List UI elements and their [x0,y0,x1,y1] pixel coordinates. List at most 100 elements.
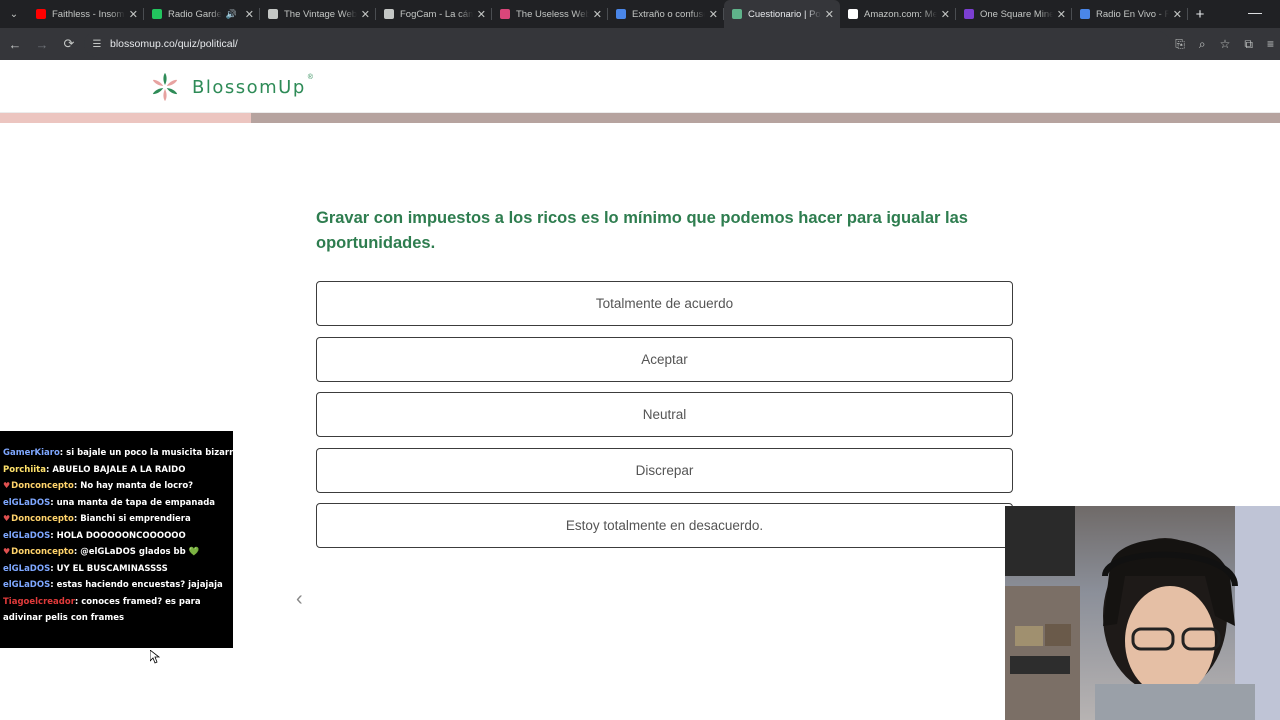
tab-close-icon[interactable]: ✕ [941,8,950,21]
chat-text: una manta de tapa de empanada [56,497,216,508]
tab-favicon-icon [732,9,742,19]
tab-title: The Useless Web [516,8,589,20]
tab-title: Cuestionario | Political [748,8,821,20]
chat-text: @elGLaDOS glados bb 💚 [80,547,200,557]
zoom-icon[interactable]: ⌕ [1199,37,1206,52]
tab-close-icon[interactable]: ✕ [825,8,834,21]
chat-message: elGLaDOS: UY EL BUSCAMINASSSS [0,561,233,578]
extensions-icon[interactable]: ⧉ [1244,37,1253,52]
browser-tab[interactable]: FogCam - La cámara ✕ [376,0,492,28]
translate-icon[interactable]: ⎘ [1175,37,1185,52]
answer-option-button[interactable]: Aceptar [316,336,1013,382]
browser-tab[interactable]: The Useless Web ✕ [492,0,608,28]
url-text[interactable]: blossomup.co/quiz/political/ [110,38,238,50]
chat-username: Porchiita [3,464,46,475]
chat-username: elGLaDOS [3,530,51,541]
tab-close-icon[interactable]: ✕ [1173,8,1182,21]
answer-option-button[interactable]: Estoy totalmente en desacuerdo. [316,503,1013,548]
heart-badge-icon: ♥ [3,514,11,523]
answer-option-button[interactable]: Totalmente de acuerdo [316,281,1013,326]
tab-close-icon[interactable]: ✕ [361,8,370,21]
tab-close-icon[interactable]: ✕ [245,8,254,21]
chat-text: estas haciendo encuestas? jajajaja [56,580,223,590]
quiz-progress-bar [0,113,1280,123]
browser-tab[interactable]: One Square Minesweeper ✕ [956,0,1072,28]
chat-username: Donconcepto [11,514,74,524]
browser-tab[interactable]: Extraño o confuso ✕ [608,0,724,28]
browser-toolbar: ← → ⟳ ☰ blossomup.co/quiz/political/ ⎘ ⌕… [0,28,1280,60]
chat-text: HOLA DOOOOONCOOOOOO [56,530,186,541]
brand-logo-link[interactable]: BlossomUp ® [148,72,313,102]
tab-close-icon[interactable]: ✕ [1057,8,1066,21]
chat-message: ♥Donconcepto: No hay manta de locro? [0,478,233,495]
tab-title: FogCam - La cámara [400,8,473,20]
heart-badge-icon: ♥ [3,481,11,490]
tab-favicon-icon [500,9,510,19]
chat-username: elGLaDOS [3,580,51,590]
tab-favicon-icon [1080,9,1090,19]
toolbar-right-icons: ⎘ ⌕ ☆ ⧉ ≡ [1175,32,1274,56]
chat-username: GamerKiaro [3,448,60,458]
tab-close-icon[interactable]: ✕ [129,8,138,21]
chat-text: si bajale un poco la musicita bizarrap [66,448,233,458]
tab-close-icon[interactable]: ✕ [593,8,602,21]
minimize-window-button[interactable]: — [1248,4,1262,20]
chat-message: ♥Donconcepto: @elGLaDOS glados bb 💚 [0,544,233,561]
tab-favicon-icon [384,9,394,19]
chat-message: Porchiita: ABUELO BAJALE A LA RAIDO [0,462,233,479]
quiz-progress-fill [0,113,251,123]
browser-tab[interactable]: Radio Garden 🔊 ✕ [144,0,260,28]
chat-text: ABUELO BAJALE A LA RAIDO [52,464,186,475]
chat-message: elGLaDOS: estas haciendo encuestas? jaja… [0,577,233,594]
chat-text: Bianchi si emprendiera [80,514,191,524]
browser-tab[interactable]: The Vintage Web ✕ [260,0,376,28]
tab-title: Amazon.com: Mercado [864,8,937,20]
reload-button[interactable]: ⟳ [57,32,81,56]
chat-message: elGLaDOS: HOLA DOOOOONCOOOOOO [0,528,233,545]
tab-title: One Square Minesweeper [980,8,1053,20]
heart-badge-icon: ♥ [3,547,11,556]
quiz-question: Gravar con impuestos a los ricos es lo m… [316,209,968,252]
tab-title: Radio En Vivo - Radio [1096,8,1169,20]
chat-text: UY EL BUSCAMINASSSS [56,563,168,574]
tab-favicon-icon [616,9,626,19]
chat-username: elGLaDOS [3,563,51,574]
browser-tab[interactable]: Cuestionario | Political ✕ [724,0,840,28]
chevron-left-icon[interactable]: ‹ [296,588,303,611]
stream-chat-overlay: GamerKiaro: si bajale un poco la musicit… [0,431,233,648]
tab-search-button[interactable]: ⌄ [0,0,28,28]
tab-title: The Vintage Web [284,8,357,20]
chat-username: Tiagoelcreador [3,596,75,607]
forward-button[interactable]: → [30,32,54,56]
answer-options: Totalmente de acuerdo Aceptar Neutral Discr… [316,281,1013,559]
tab-close-icon[interactable]: ✕ [709,8,718,21]
tab-close-icon[interactable]: ✕ [477,8,486,21]
answer-option-button[interactable]: Discrepar [316,447,1013,493]
registered-mark: ® [307,73,313,81]
browser-menu-icon[interactable]: ≡ [1267,37,1274,51]
chat-message: Tiagoelcreador: conoces framed? es para … [0,594,233,627]
bookmark-star-icon[interactable]: ☆ [1220,37,1231,51]
tab-title: Radio Garden [168,8,222,20]
tab-favicon-icon [964,9,974,19]
tab-audio-icon[interactable]: 🔊 [226,9,237,20]
new-tab-button[interactable]: + [1188,6,1212,23]
answer-option-button[interactable]: Neutral [316,392,1013,437]
tab-favicon-icon [848,9,858,19]
chat-message: elGLaDOS: una manta de tapa de empanada [0,495,233,512]
tab-title: Extraño o confuso [632,8,705,20]
webcam-image [1005,506,1280,720]
brand-name: BlossomUp [192,76,306,98]
chat-username: elGLaDOS [3,497,51,508]
chat-message: ♥Donconcepto: Bianchi si emprendiera [0,511,233,528]
blossom-logo-icon [152,73,178,101]
address-bar[interactable]: ☰ blossomup.co/quiz/political/ [84,31,1170,57]
chat-username: Donconcepto [11,547,74,557]
site-info-icon[interactable]: ☰ [90,37,104,51]
webcam-feed [1005,506,1280,720]
browser-tab[interactable]: Amazon.com: Mercado ✕ [840,0,956,28]
browser-tab[interactable]: Faithless - Insomnia ✕ [28,0,144,28]
back-button[interactable]: ← [3,32,27,56]
tab-title: Faithless - Insomnia [52,8,125,20]
browser-tab[interactable]: Radio En Vivo - Radio ✕ [1072,0,1188,28]
